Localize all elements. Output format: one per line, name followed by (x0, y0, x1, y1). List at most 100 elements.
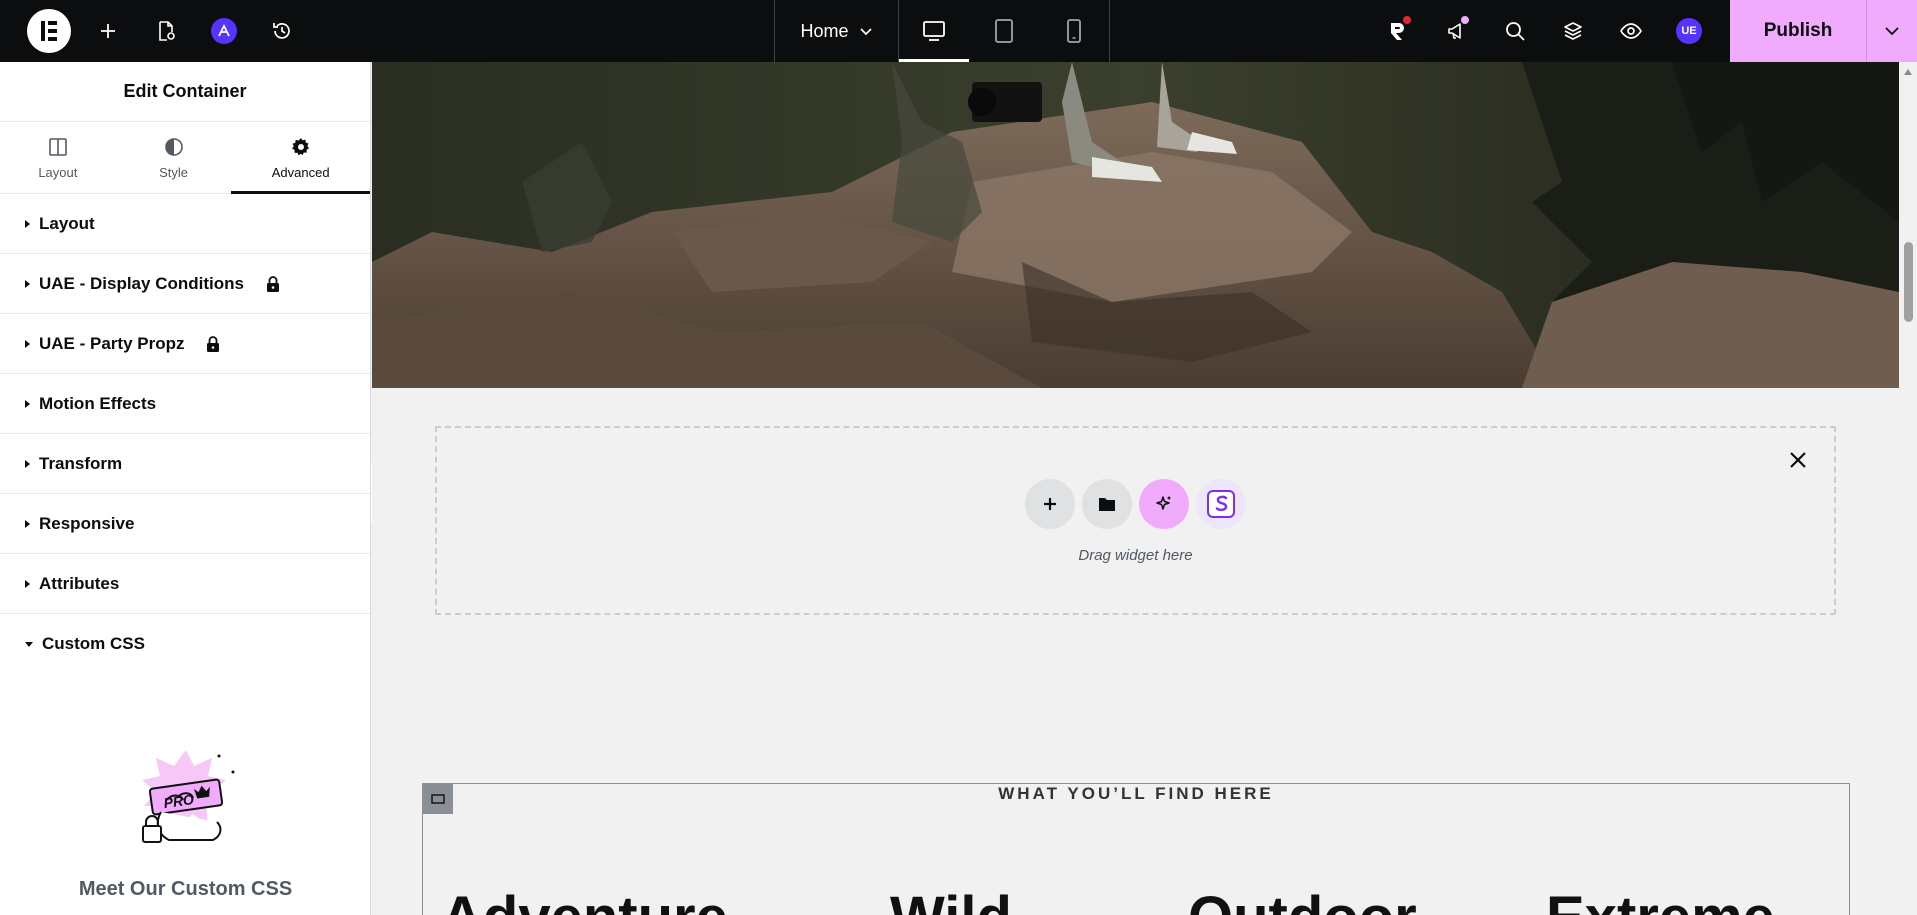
mobile-icon (1067, 19, 1081, 43)
section-label: UAE - Display Conditions (39, 273, 244, 293)
top-bar: Home UE Publish (0, 0, 1917, 62)
notification-dot (1403, 16, 1411, 24)
gear-icon (291, 137, 309, 155)
finder-button[interactable] (1486, 0, 1544, 62)
section-custom-css[interactable]: Custom CSS (0, 614, 370, 674)
section-responsive[interactable]: Responsive (0, 494, 370, 554)
pro-upgrade-illustration: PRO (141, 750, 234, 843)
caret-right-icon (25, 339, 30, 348)
caret-right-icon (25, 399, 30, 408)
history-button[interactable] (253, 0, 311, 62)
caret-right-icon (25, 219, 30, 228)
section-label: Layout (39, 213, 95, 233)
panel-title: Edit Container (0, 62, 370, 122)
tablet-icon (995, 19, 1013, 43)
section-layout[interactable]: Layout (0, 194, 370, 254)
page-selector[interactable]: Home (775, 0, 899, 62)
notifications-button[interactable] (1370, 0, 1428, 62)
section-motion-effects[interactable]: Motion Effects (0, 374, 370, 434)
tab-advanced-label: Advanced (271, 164, 330, 180)
caret-right-icon (25, 279, 30, 288)
section-transform[interactable]: Transform (0, 434, 370, 494)
device-tablet-button[interactable] (969, 0, 1039, 62)
plus-icon (1044, 498, 1056, 510)
section-uae-party-propz[interactable]: UAE - Party Propz (0, 314, 370, 374)
heading-adventure: Adventure (441, 884, 728, 915)
whats-new-button[interactable] (1428, 0, 1486, 62)
section-label: Custom CSS (42, 634, 145, 653)
eye-icon (1620, 23, 1642, 39)
lock-icon (265, 275, 281, 293)
scrollbar-thumb[interactable] (1904, 242, 1913, 322)
layers-icon (1564, 22, 1582, 40)
ai-builder-button[interactable] (1139, 479, 1189, 529)
section-uae-display-conditions[interactable]: UAE - Display Conditions (0, 254, 370, 314)
add-template-button[interactable] (1082, 479, 1132, 529)
tab-style[interactable]: Style (116, 122, 232, 194)
tab-layout[interactable]: Layout (0, 122, 116, 194)
section-label: UAE - Party Propz (39, 333, 185, 353)
user-menu-button[interactable]: UE (1660, 0, 1718, 62)
topbar-center: Home (774, 0, 1110, 62)
promo-title: Meet Our Custom CSS (78, 878, 293, 900)
page-settings-button[interactable] (137, 0, 195, 62)
desktop-icon (923, 21, 945, 41)
elementor-menu-button[interactable] (27, 9, 71, 53)
caret-down-icon (25, 641, 33, 647)
section-label: Transform (39, 453, 123, 473)
layout-icon (49, 137, 67, 156)
close-icon (1790, 452, 1806, 468)
section-label: Motion Effects (39, 393, 157, 413)
publish-options-button[interactable] (1866, 0, 1917, 62)
tab-layout-label: Layout (38, 164, 78, 180)
starter-templates-button[interactable] (1196, 479, 1246, 529)
astra-icon (211, 18, 237, 44)
editor-panel: Edit Container Layout Style Advanced Lay… (0, 62, 371, 915)
device-mobile-button[interactable] (1039, 0, 1109, 62)
empty-container-dropzone[interactable]: Drag widget here (435, 426, 1836, 615)
section-label: Responsive (39, 513, 135, 533)
contrast-icon (164, 137, 183, 156)
heading-wild: Wild (890, 884, 1012, 915)
tab-style-label: Style (159, 164, 188, 180)
publish-button[interactable]: Publish (1730, 0, 1866, 62)
starter-templates-icon (1207, 490, 1235, 518)
heading-extreme: Extreme (1546, 884, 1775, 915)
caret-right-icon (25, 579, 30, 588)
lock-icon (205, 335, 221, 353)
whats-new-dot (1461, 16, 1469, 24)
astra-settings-button[interactable] (195, 0, 253, 62)
panel-tabs: Layout Style Advanced (0, 122, 370, 194)
document-settings-icon (159, 21, 175, 41)
topbar-right-tools: UE Publish (1370, 0, 1917, 62)
canvas-scrollbar[interactable] (1899, 62, 1917, 915)
add-element-button[interactable] (79, 0, 137, 62)
plus-icon (101, 24, 115, 38)
structure-button[interactable] (1544, 0, 1602, 62)
caret-right-icon (25, 519, 30, 528)
section-attributes[interactable]: Attributes (0, 554, 370, 614)
history-icon (273, 23, 290, 39)
search-icon (1506, 22, 1525, 41)
avatar: UE (1676, 18, 1702, 44)
section-label: Attributes (39, 573, 120, 593)
chevron-down-icon (859, 28, 872, 36)
topbar-left-tools (0, 0, 311, 62)
dropzone-hint: Drag widget here (1078, 547, 1193, 564)
page-name: Home (800, 20, 849, 41)
section-eyebrow: WHAT YOU’LL FIND HERE (998, 784, 1274, 803)
remove-container-button[interactable] (1788, 450, 1808, 475)
selected-container[interactable]: WHAT YOU’LL FIND HERE Adventure Wild Out… (422, 783, 1850, 915)
device-desktop-button[interactable] (899, 0, 969, 62)
add-widget-button[interactable] (1025, 479, 1075, 529)
scroll-up-arrow[interactable] (1904, 69, 1912, 75)
tab-advanced[interactable]: Advanced (231, 122, 370, 194)
chevron-down-icon (1885, 27, 1899, 36)
folder-icon (1099, 498, 1115, 511)
preview-button[interactable] (1602, 0, 1660, 62)
dropzone-actions (437, 479, 1834, 529)
editor-canvas: Drag widget here WHAT YOU’LL FIND HERE A… (372, 62, 1899, 915)
elementor-logo-icon (41, 21, 45, 41)
heading-outdoor: Outdoor (1188, 884, 1417, 915)
caret-right-icon (25, 459, 30, 468)
